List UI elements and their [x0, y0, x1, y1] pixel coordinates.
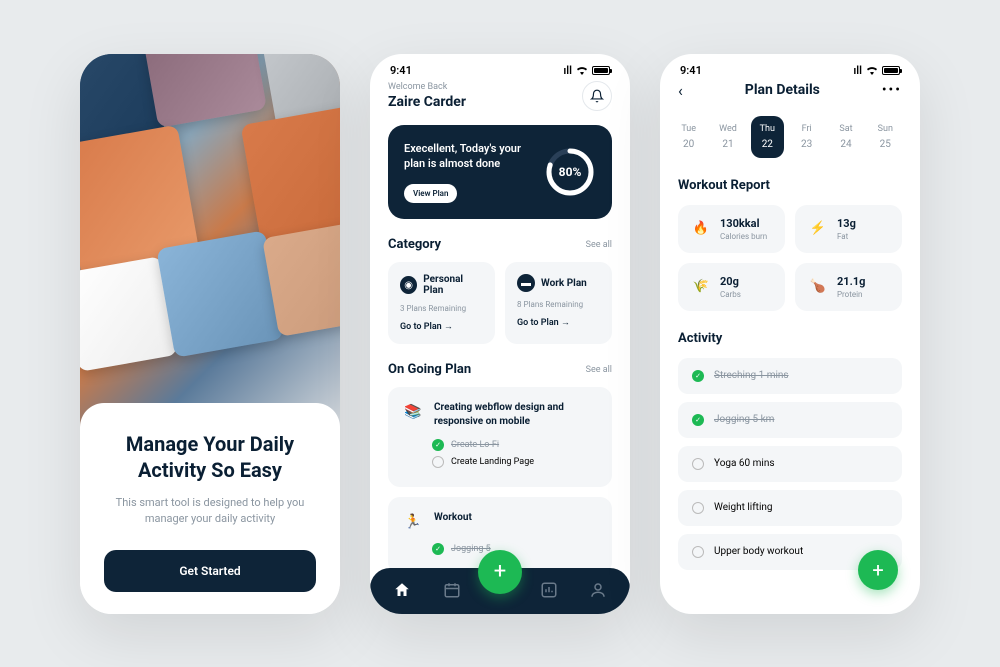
- plan-card[interactable]: 📚Creating webflow design and responsive …: [388, 387, 612, 487]
- home-screen: 9:41 Welcome Back Zaire Carder Execellen…: [370, 54, 630, 614]
- work-plan-card[interactable]: ▬Work Plan 8 Plans Remaining Go to Plan …: [505, 262, 612, 344]
- report-title: Workout Report: [678, 178, 902, 193]
- day-thu[interactable]: Thu22: [751, 116, 784, 158]
- activity-title: Activity: [678, 331, 902, 346]
- add-button[interactable]: +: [858, 550, 898, 590]
- nav-profile-icon[interactable]: [588, 580, 608, 600]
- day-sat[interactable]: Sat24: [829, 116, 862, 158]
- day-sun[interactable]: Sun25: [869, 116, 902, 158]
- activity-item[interactable]: ✓Jogging 5 km: [678, 402, 902, 438]
- onboarding-title: Manage Your Daily Activity So Easy: [104, 431, 316, 483]
- check-icon: ✓: [692, 414, 704, 426]
- add-button[interactable]: +: [478, 550, 522, 594]
- radio-icon: [692, 546, 704, 558]
- notification-button[interactable]: [582, 81, 612, 111]
- check-icon: ✓: [432, 543, 444, 555]
- nav-calendar-icon[interactable]: [442, 580, 462, 600]
- more-button[interactable]: •••: [882, 82, 902, 98]
- plan-details-screen: 9:41 ‹ Plan Details ••• Tue20 Wed21 Thu2…: [660, 54, 920, 614]
- meat-icon: 🍗: [807, 276, 829, 298]
- activity-item[interactable]: ✓Streching 1 mins: [678, 358, 902, 394]
- radio-icon: [692, 458, 704, 470]
- carbs-card: 🌾20gCarbs: [678, 263, 785, 311]
- radio-icon: [692, 502, 704, 514]
- status-time: 9:41: [390, 64, 412, 77]
- username: Zaire Carder: [388, 94, 466, 110]
- person-icon: ◉: [400, 276, 417, 294]
- back-button[interactable]: ‹: [678, 81, 683, 100]
- check-icon: ✓: [692, 370, 704, 382]
- fat-card: ⚡13gFat: [795, 205, 902, 253]
- status-time: 9:41: [680, 64, 702, 77]
- category-see-all[interactable]: See all: [586, 240, 612, 250]
- ongoing-see-all[interactable]: See all: [586, 365, 612, 375]
- personal-plan-card[interactable]: ◉Personal Plan 3 Plans Remaining Go to P…: [388, 262, 495, 344]
- signal-icon: [563, 64, 572, 77]
- welcome-label: Welcome Back: [388, 82, 466, 92]
- fire-icon: 🔥: [690, 218, 712, 240]
- protein-card: 🍗21.1gProtein: [795, 263, 902, 311]
- bolt-icon: ⚡: [807, 218, 829, 240]
- signal-icon: [853, 64, 862, 77]
- bell-icon: [590, 89, 604, 103]
- ongoing-title: On Going Plan: [388, 362, 471, 377]
- workout-icon: 🏃: [402, 511, 424, 533]
- get-started-button[interactable]: Get Started: [104, 550, 316, 592]
- view-plan-button[interactable]: View Plan: [404, 184, 457, 203]
- progress-ring: 80%: [544, 146, 596, 198]
- day-selector: Tue20 Wed21 Thu22 Fri23 Sat24 Sun25: [672, 116, 902, 158]
- design-icon: 📚: [402, 401, 424, 423]
- day-fri[interactable]: Fri23: [790, 116, 823, 158]
- battery-icon: [882, 66, 900, 75]
- progress-text: Execellent, Today's your plan is almost …: [404, 141, 530, 172]
- progress-card: Execellent, Today's your plan is almost …: [388, 125, 612, 220]
- wifi-icon: [866, 66, 878, 75]
- battery-icon: [592, 66, 610, 75]
- status-bar: 9:41: [660, 54, 920, 81]
- radio-icon: [432, 456, 444, 468]
- onboarding-screen: Manage Your Daily Activity So Easy This …: [80, 54, 340, 614]
- page-title: Plan Details: [745, 82, 820, 98]
- day-tue[interactable]: Tue20: [672, 116, 705, 158]
- check-icon: ✓: [432, 439, 444, 451]
- wheat-icon: 🌾: [690, 276, 712, 298]
- status-bar: 9:41: [370, 54, 630, 81]
- image-collage: [80, 54, 340, 427]
- briefcase-icon: ▬: [517, 274, 535, 292]
- category-title: Category: [388, 237, 441, 252]
- onboarding-card: Manage Your Daily Activity So Easy This …: [80, 403, 340, 614]
- activity-item[interactable]: Yoga 60 mins: [678, 446, 902, 482]
- nav-stats-icon[interactable]: [539, 580, 559, 600]
- onboarding-subtitle: This smart tool is designed to help you …: [104, 495, 316, 528]
- calories-card: 🔥130kkalCalories burn: [678, 205, 785, 253]
- nav-home-icon[interactable]: [392, 580, 412, 600]
- activity-item[interactable]: Weight lifting: [678, 490, 902, 526]
- day-wed[interactable]: Wed21: [711, 116, 744, 158]
- wifi-icon: [576, 66, 588, 75]
- progress-percent: 80%: [559, 165, 582, 179]
